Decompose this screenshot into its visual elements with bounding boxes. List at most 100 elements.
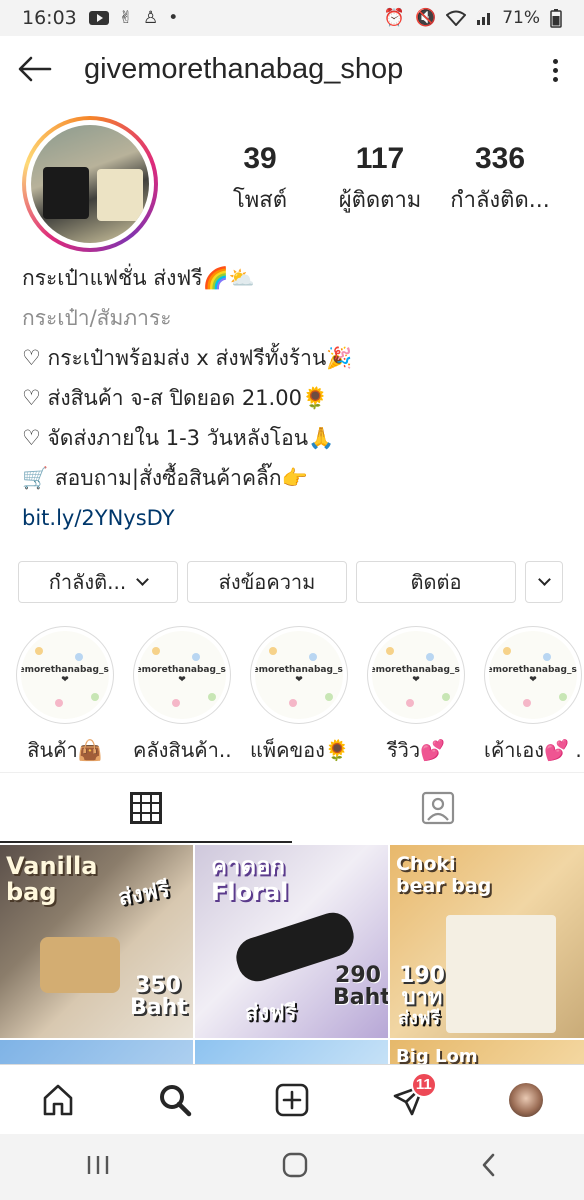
- highlight-label: รีวิว💕: [386, 738, 446, 762]
- posts-grid: Vanilla bag ส่งฟรี 350 Baht คาดอก Floral…: [0, 845, 584, 1070]
- bag-shape: [446, 915, 556, 1033]
- profile-username: givemorethanabag_shop: [84, 52, 404, 85]
- bio-line: ♡ กระเป๋าพร้อมส่ง x ส่งฟรีทั้งร้าน🎉: [22, 346, 353, 370]
- person-icon: ♙: [143, 8, 159, 28]
- mute-icon: 🔇: [415, 8, 437, 28]
- add-post-icon: [275, 1083, 309, 1116]
- bio-name: กระเป๋าแฟชั่น ส่งฟรี🌈⛅: [22, 266, 255, 290]
- stat-label: โพสต์: [232, 188, 288, 213]
- highlight-label: แพ็คของ🌻: [250, 738, 348, 762]
- nav-messages[interactable]: 11: [379, 1070, 439, 1130]
- home-icon: [44, 1084, 73, 1115]
- post-tag: ส่งฟรี: [245, 1001, 297, 1026]
- nav-create[interactable]: [262, 1070, 322, 1130]
- message-button-label: ส่งข้อความ: [218, 570, 316, 594]
- post-thumbnail[interactable]: Choki bear bag 190 บาท ส่งฟรี: [390, 845, 584, 1038]
- contact-button-label: ติดต่อ: [410, 570, 462, 594]
- alarm-icon: ⏰: [383, 8, 406, 28]
- highlight-item[interactable]: Givemorethanabag_shop❤ แพ็คของ🌻: [250, 626, 348, 766]
- more-dot-icon: [552, 76, 558, 82]
- tab-grid[interactable]: [0, 773, 292, 843]
- system-back-button[interactable]: [479, 1152, 499, 1182]
- profile-avatar[interactable]: [22, 116, 158, 252]
- chevron-down-icon: [136, 573, 150, 586]
- suggested-accounts-button[interactable]: [525, 561, 563, 603]
- nav-search[interactable]: [145, 1070, 205, 1130]
- system-navigation: [0, 1134, 584, 1200]
- following-button-label: กำลังติ...: [48, 570, 127, 594]
- post-title: Vanilla bag: [6, 852, 98, 906]
- more-options-button[interactable]: [540, 50, 570, 90]
- post-title: Choki bear bag: [396, 853, 492, 897]
- bio-category: กระเป๋า/สัมภาระ: [22, 306, 172, 330]
- recent-apps-icon: [87, 1156, 109, 1174]
- highlight-label: สินค้า👜: [27, 738, 103, 762]
- nav-profile[interactable]: [496, 1070, 556, 1130]
- home-system-button[interactable]: [281, 1151, 309, 1183]
- back-arrow-icon: [18, 56, 52, 82]
- avatar-photo: [31, 125, 149, 243]
- highlight-cover: Givemorethanabag_shop❤: [372, 631, 460, 719]
- dot-icon: •: [168, 8, 179, 28]
- search-icon: [160, 1084, 192, 1116]
- stat-posts[interactable]: 39 โพสต์: [200, 142, 320, 217]
- status-time: 16:03: [22, 7, 77, 29]
- profile-bio: กระเป๋าแฟชั่น ส่งฟรี🌈⛅ กระเป๋า/สัมภาระ ♡…: [22, 258, 567, 538]
- back-button[interactable]: [0, 36, 70, 102]
- post-price: 350 Baht: [130, 973, 188, 1020]
- post-tag: ส่งฟรี: [116, 877, 172, 912]
- home-circle-icon: [282, 1152, 308, 1178]
- post-tag: ส่งฟรี: [398, 1008, 441, 1029]
- stat-number: 117: [355, 142, 405, 175]
- highlight-label: เค้าเอง💕 ...: [484, 738, 582, 762]
- post-title: คาดอก Floral: [211, 852, 289, 906]
- tab-tagged[interactable]: [292, 773, 584, 843]
- profile-tabs: [0, 773, 584, 843]
- highlight-cover: Givemorethanabag_shop❤: [21, 631, 109, 719]
- more-dot-icon: [552, 58, 558, 64]
- bio-line: ♡ จัดส่งภายใน 1-3 วันหลังโอน🙏: [22, 426, 335, 450]
- messages-badge: 11: [410, 1071, 437, 1098]
- bag-shape: [40, 937, 120, 993]
- youtube-icon: [88, 11, 109, 25]
- following-button[interactable]: กำลังติ...: [18, 561, 178, 603]
- highlight-cover: Givemorethanabag_shop❤: [489, 631, 577, 719]
- battery-text: 71%: [502, 8, 540, 28]
- contact-button[interactable]: ติดต่อ: [356, 561, 516, 603]
- bottom-navigation: 11: [0, 1064, 584, 1134]
- bio-link[interactable]: bit.ly/2YNysDY: [22, 498, 567, 538]
- stat-label: กำลังติด...: [450, 188, 550, 213]
- profile-actions: กำลังติ... ส่งข้อความ ติดต่อ: [18, 561, 568, 603]
- story-highlights: Givemorethanabag_shop❤ สินค้า👜 Givemoret…: [16, 626, 584, 766]
- post-price: 290 Baht: [333, 963, 388, 1010]
- post-thumbnail[interactable]: คาดอก Floral ส่งฟรี 290 Baht: [195, 845, 388, 1038]
- highlight-label: คลังสินค้า...: [133, 738, 231, 762]
- stat-followers[interactable]: 117 ผู้ติดตาม: [320, 142, 440, 217]
- highlight-item[interactable]: Givemorethanabag_shop❤ คลังสินค้า...: [133, 626, 231, 766]
- post-thumbnail[interactable]: Vanilla bag ส่งฟรี 350 Baht: [0, 845, 193, 1038]
- battery-icon: [550, 9, 562, 28]
- tagged-person-icon: [421, 791, 455, 825]
- grid-icon: [130, 792, 162, 824]
- highlight-item[interactable]: Givemorethanabag_shop❤ สินค้า👜: [16, 626, 114, 766]
- bio-line: 🛒 สอบถาม|สั่งซื้อสินค้าคลิ๊ก👉: [22, 466, 308, 490]
- highlight-item[interactable]: Givemorethanabag_shop❤ เค้าเอง💕 ...: [484, 626, 582, 766]
- stat-number: 39: [243, 142, 277, 175]
- chevron-down-icon: [537, 573, 551, 586]
- nav-home[interactable]: [28, 1070, 88, 1130]
- message-button[interactable]: ส่งข้อความ: [187, 561, 347, 603]
- more-dot-icon: [552, 67, 558, 73]
- wifi-icon: [446, 10, 467, 26]
- profile-avatar-small: [508, 1082, 543, 1117]
- signal-icon: [477, 13, 491, 25]
- chevron-left-icon: [482, 1153, 495, 1177]
- highlight-item[interactable]: Givemorethanabag_shop❤ รีวิว💕: [367, 626, 465, 766]
- recent-apps-button[interactable]: [85, 1153, 111, 1181]
- hand-icon: ✌: [118, 8, 134, 28]
- stat-label: ผู้ติดตาม: [338, 188, 422, 213]
- stat-following[interactable]: 336 กำลังติด...: [440, 142, 560, 217]
- profile-stats: 39 โพสต์ 117 ผู้ติดตาม 336 กำลังติด...: [200, 142, 570, 217]
- status-bar: 16:03 ✌ ♙ • ⏰ 🔇 71%: [0, 0, 584, 36]
- stat-number: 336: [474, 142, 526, 175]
- highlight-cover: Givemorethanabag_shop❤: [138, 631, 226, 719]
